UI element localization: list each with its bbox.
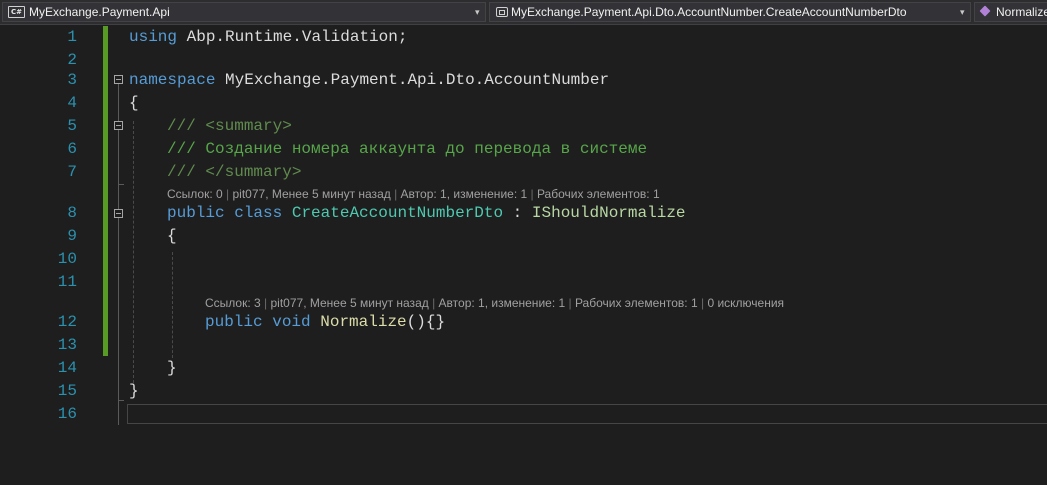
method-name: Normalize [320,313,407,331]
line-number: 7 [67,163,77,181]
codelens-references[interactable]: Ссылок: 0 [167,187,223,201]
code-text: namespace MyExchange.Payment.Api.Dto.Acc… [129,69,609,92]
code-token: : [503,204,532,222]
comment-token: </summary> [205,163,302,181]
type-dropdown-label: MyExchange.Payment.Api.Dto.AccountNumber… [511,5,907,19]
line-number: 1 [67,28,77,46]
member-dropdown[interactable]: Normalize [974,2,1047,22]
code-line: 15 } [0,380,1047,403]
code-line: 4 { [0,92,1047,115]
keyword: public [167,204,225,222]
line-number: 3 [67,71,77,89]
codelens-method: Ссылок: 3 | pit077, Менее 5 минут назад … [205,294,784,312]
codelens-exceptions[interactable]: 0 исключения [707,296,784,310]
class-icon [496,7,508,17]
code-text: } [167,359,177,377]
keyword: public [205,313,263,331]
class-name: CreateAccountNumberDto [291,204,504,222]
code-text: /// <summary> [167,115,292,138]
chevron-down-icon: ▾ [960,7,965,17]
codelens-work-items[interactable]: Рабочих элементов: 1 [575,296,698,310]
codelens-references[interactable]: Ссылок: 3 [205,296,261,310]
type-dropdown[interactable]: MyExchange.Payment.Api.Dto.AccountNumber… [489,2,971,22]
code-text: /// </summary> [167,161,301,184]
line-number: 8 [67,204,77,222]
comment-token: /// [167,163,206,181]
code-token: (){} [406,313,446,331]
keyword: namespace [129,71,216,89]
code-token: Abp.Runtime.Validation; [177,28,408,46]
code-text: { [167,227,177,245]
codelens-separator: | [527,187,537,201]
line-number: 14 [57,359,77,377]
line-number: 13 [57,336,77,354]
code-editor[interactable]: 1 using Abp.Runtime.Validation; 2 3 name… [0,26,1047,485]
line-number: 4 [67,94,77,112]
codelens-separator: | [222,187,233,201]
method-icon [979,5,991,17]
navigation-bar: C# MyExchange.Payment.Api ▾ MyExchange.P… [0,0,1047,25]
code-text: public class CreateAccountNumberDto : IS… [167,202,686,225]
line-number: 12 [57,313,77,331]
code-line: 7 /// </summary> [0,161,1047,184]
code-line: 9 { [0,225,1047,248]
code-token: MyExchange.Payment.Api.Dto.AccountNumber [215,71,610,89]
code-line: 6 /// Создание номера аккаунта до перево… [0,138,1047,161]
outline-line [118,184,124,185]
codelens-separator: | [428,296,439,310]
code-text: public void Normalize(){} [205,311,445,334]
codelens-separator: | [697,296,708,310]
code-text: { [129,94,139,112]
codelens-author[interactable]: pit077, Менее 5 минут назад [271,296,429,310]
code-line: 12 public void Normalize(){} [0,311,1047,334]
comment-text: /// Создание номера аккаунта до перевода… [167,140,648,158]
project-dropdown[interactable]: C# MyExchange.Payment.Api ▾ [2,2,486,22]
codelens-changes[interactable]: Автор: 1, изменение: 1 [401,187,528,201]
code-line: 13 [0,334,1047,357]
line-number: 16 [57,405,77,423]
line-number: 9 [67,227,77,245]
csharp-project-icon: C# [8,6,25,18]
line-number: 5 [67,117,77,135]
line-number: 15 [57,382,77,400]
code-line: 8 public class CreateAccountNumberDto : … [0,202,1047,225]
comment-token: <summary> [205,117,292,135]
code-line: 16 [0,403,1047,426]
line-number: 10 [57,250,77,268]
codelens-class: Ссылок: 0 | pit077, Менее 5 минут назад … [167,185,660,203]
codelens-separator: | [390,187,401,201]
code-line: 14 } [0,357,1047,380]
keyword: void [272,313,311,331]
codelens-work-items[interactable]: Рабочих элементов: 1 [537,187,660,201]
code-line: 1 using Abp.Runtime.Validation; [0,26,1047,49]
codelens-separator: | [565,296,575,310]
interface-name: IShouldNormalize [531,204,686,222]
code-line: 3 namespace MyExchange.Payment.Api.Dto.A… [0,69,1047,92]
chevron-down-icon: ▾ [475,7,480,17]
code-text: using Abp.Runtime.Validation; [129,26,407,49]
keyword: class [234,204,283,222]
keyword: using [129,28,178,46]
member-dropdown-label: Normalize [996,5,1047,19]
code-line: 11 [0,271,1047,294]
codelens-changes[interactable]: Автор: 1, изменение: 1 [439,296,566,310]
code-line: 5 /// <summary> [0,115,1047,138]
line-number: 6 [67,140,77,158]
comment-token: /// [167,117,206,135]
project-dropdown-label: MyExchange.Payment.Api [29,5,170,19]
codelens-author[interactable]: pit077, Менее 5 минут назад [233,187,391,201]
codelens-separator: | [260,296,271,310]
code-text: } [129,382,139,400]
line-number: 11 [57,273,77,291]
code-line: 10 [0,248,1047,271]
